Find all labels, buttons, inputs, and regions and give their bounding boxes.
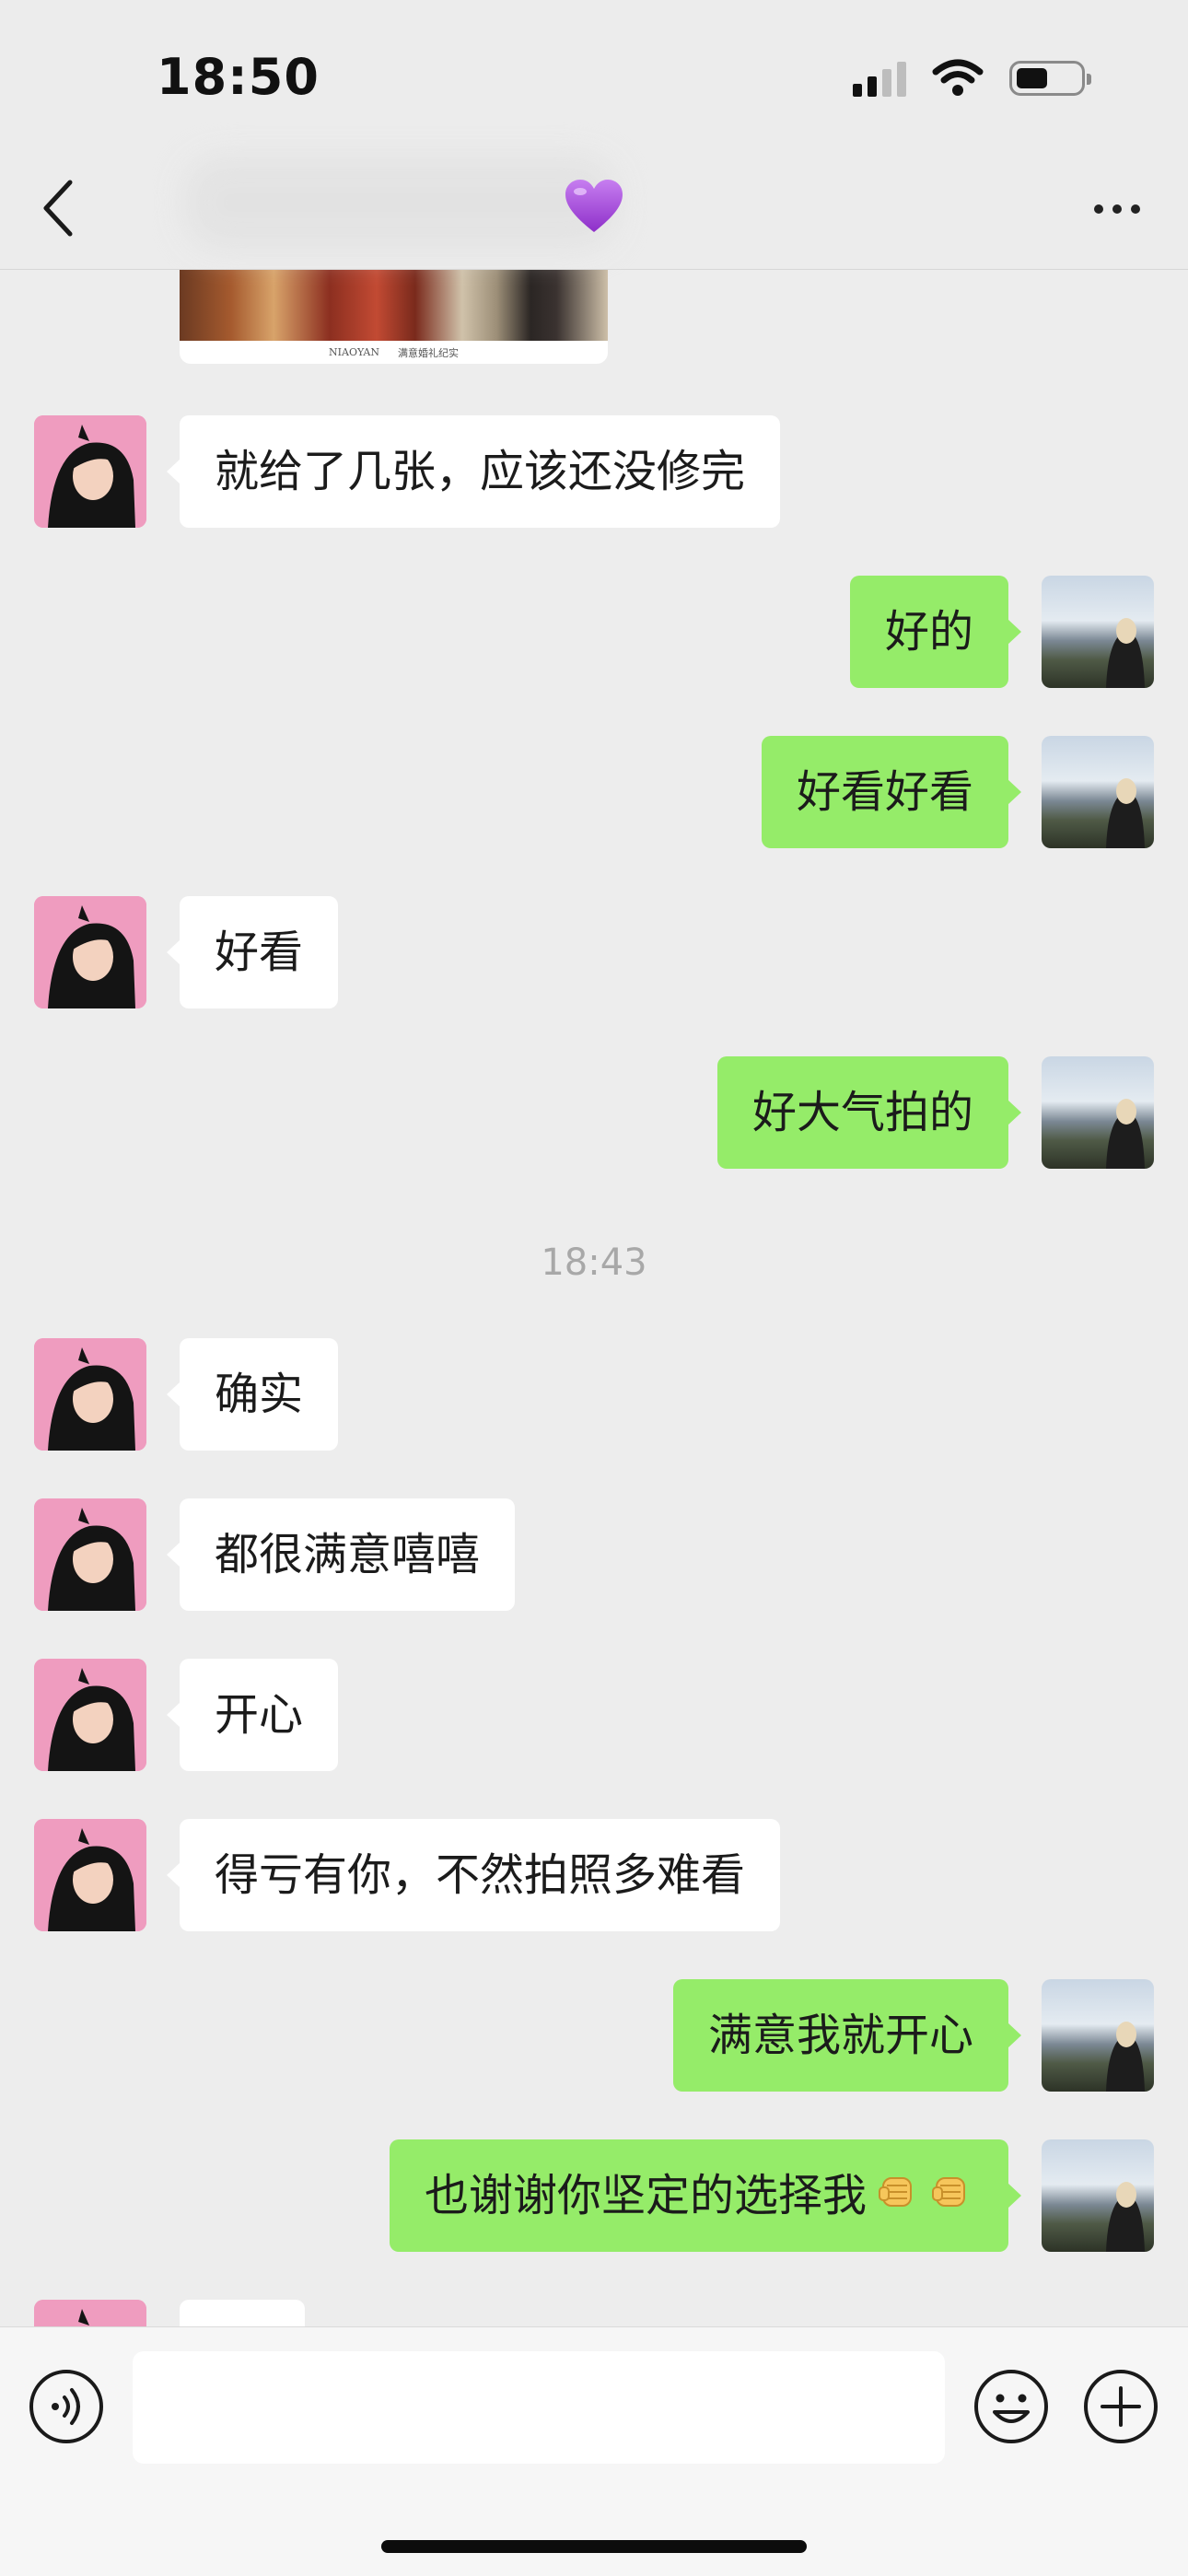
message-bubble[interactable]: 满意我就开心 [672, 1979, 1022, 2092]
my-avatar[interactable] [1042, 576, 1154, 688]
contact-avatar[interactable] [34, 1338, 146, 1451]
input-bar [0, 2326, 1188, 2576]
message-row: 开心 [0, 1659, 1188, 1771]
my-avatar[interactable] [1042, 2139, 1154, 2252]
battery-fill [1017, 68, 1047, 88]
message-row: 好大气拍的 [0, 1056, 1188, 1169]
message-bubble[interactable]: 也谢谢你坚定的选择我 [389, 2139, 1022, 2255]
message-row: 确实 [0, 1338, 1188, 1451]
message-row: 都很满意嘻嘻 [0, 1498, 1188, 1611]
image-caption-left: NIAOYAN [329, 346, 379, 358]
image-caption-right: 满意婚礼纪实 [397, 346, 459, 359]
message-bubble[interactable]: 开心 [166, 1659, 339, 1771]
contact-avatar[interactable] [34, 415, 146, 528]
cellular-signal-icon [853, 60, 906, 97]
message-bubble[interactable]: 好大气拍的 [716, 1056, 1022, 1169]
message-bubble[interactable]: 都很满意嘻嘻 [166, 1498, 516, 1611]
my-avatar[interactable] [1042, 736, 1154, 848]
purple-heart-icon [565, 180, 623, 232]
message-input[interactable] [133, 2351, 945, 2464]
message-bubble[interactable]: 好的 [849, 576, 1022, 688]
image-caption: NIAOYAN 满意婚礼纪实 [180, 341, 608, 364]
my-avatar[interactable] [1042, 1979, 1154, 2092]
more-functions-button[interactable] [1082, 2368, 1159, 2445]
back-button[interactable] [37, 175, 83, 241]
battery-icon [1009, 61, 1091, 96]
home-indicator[interactable] [381, 2540, 807, 2553]
message-bubble[interactable]: 就给了几张，应该还没修完 [166, 415, 781, 528]
message-bubble-partial[interactable] [180, 2300, 305, 2326]
contact-avatar[interactable] [34, 2300, 146, 2326]
raised-fist-icon [927, 2142, 973, 2255]
status-icons [853, 59, 1091, 98]
my-avatar[interactable] [1042, 1056, 1154, 1169]
emoji-button[interactable] [973, 2368, 1050, 2445]
voice-input-button[interactable] [28, 2368, 105, 2445]
message-bubble[interactable]: 好看 [166, 896, 339, 1008]
message-row: 好看 [0, 896, 1188, 1008]
timestamp: 18:43 [541, 1241, 647, 1284]
message-bubble[interactable]: 确实 [166, 1338, 339, 1451]
message-text: 也谢谢你坚定的选择我 [424, 2170, 867, 2221]
message-bubble[interactable]: 得亏有你，不然拍照多难看 [166, 1819, 781, 1931]
message-row: 得亏有你，不然拍照多难看 [0, 1819, 1188, 1931]
message-row: 好看好看 [0, 736, 1188, 848]
contact-avatar[interactable] [34, 896, 146, 1008]
message-bubble[interactable]: 好看好看 [761, 736, 1022, 848]
status-time: 18:50 [157, 48, 320, 106]
contact-avatar[interactable] [34, 1498, 146, 1611]
message-row: 好的 [0, 576, 1188, 688]
message-row-partial [0, 2300, 1188, 2326]
contact-avatar[interactable] [34, 1659, 146, 1771]
message-row: 就给了几张，应该还没修完 [0, 415, 1188, 528]
top-bar: 18:50 [0, 0, 1188, 270]
contact-avatar[interactable] [34, 1819, 146, 1931]
raised-fist-icon [874, 2142, 920, 2255]
wifi-icon [932, 59, 984, 96]
message-row: 满意我就开心 [0, 1979, 1188, 2092]
chat-area[interactable]: NIAOYAN 满意婚礼纪实 就给了几张，应该还没修完 好的 好看好看 好看 好… [0, 0, 1188, 2326]
message-row: 也谢谢你坚定的选择我 [0, 2139, 1188, 2252]
more-options-button[interactable] [1094, 204, 1140, 214]
chat-title-blurred [184, 157, 617, 249]
